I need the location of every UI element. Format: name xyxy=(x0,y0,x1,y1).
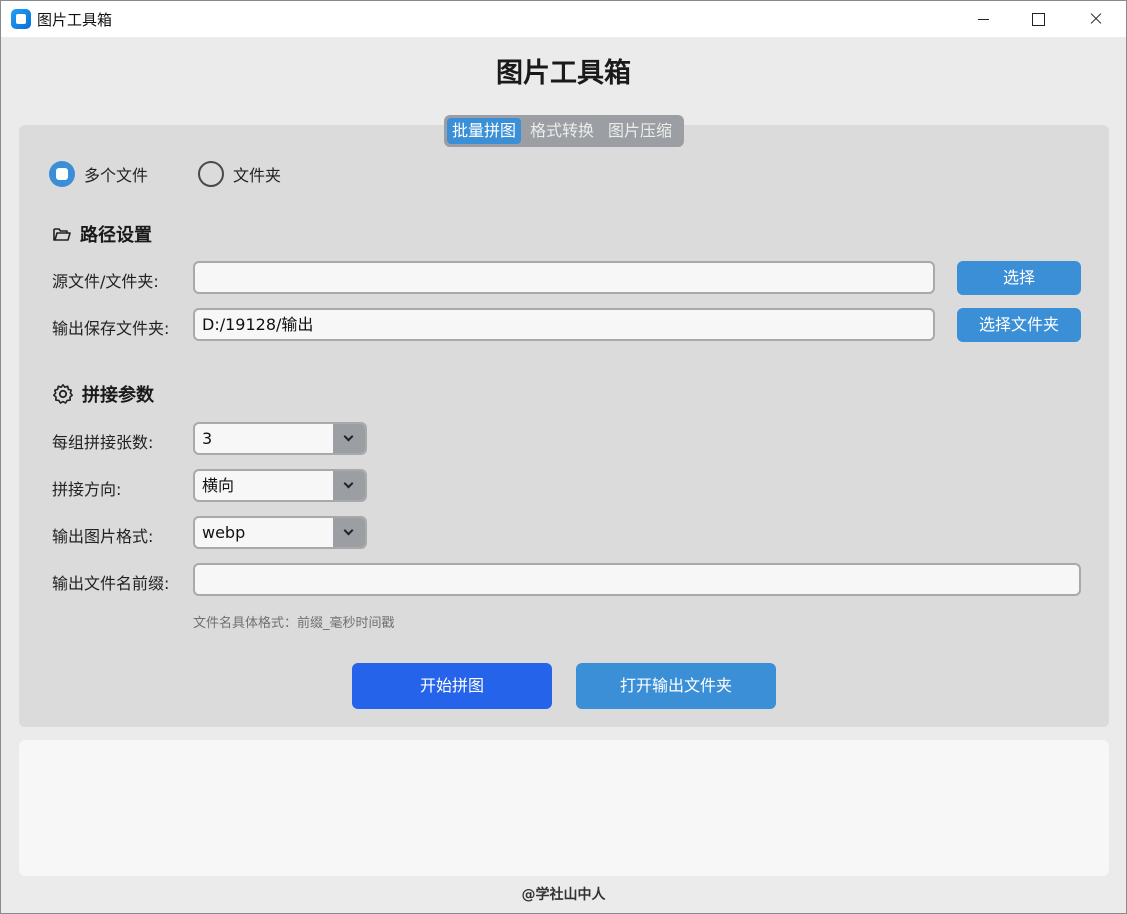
maximize-button[interactable] xyxy=(1009,1,1067,37)
app-icon xyxy=(11,9,31,29)
chevron-down-icon[interactable] xyxy=(333,518,365,547)
chevron-down-icon[interactable] xyxy=(333,424,365,453)
log-textbox[interactable] xyxy=(19,740,1109,876)
section-title-text: 拼接参数 xyxy=(82,385,154,406)
tab-batch-stitch[interactable]: 批量拼图 xyxy=(447,118,522,144)
radio-label: 多个文件 xyxy=(84,166,149,185)
select-output-folder-button[interactable]: 选择文件夹 xyxy=(957,308,1081,342)
output-folder-label: 输出保存文件夹: xyxy=(52,319,170,338)
select-value: 3 xyxy=(202,429,213,448)
tab-image-compress[interactable]: 图片压缩 xyxy=(603,118,677,144)
source-label: 源文件/文件夹: xyxy=(52,272,159,291)
window-title: 图片工具箱 xyxy=(37,11,113,29)
page-title: 图片工具箱 xyxy=(496,58,631,89)
stitch-params-heading: 拼接参数 xyxy=(52,381,154,407)
per-group-label: 每组拼接张数: xyxy=(52,433,154,452)
radio-multiple-files[interactable]: 多个文件 xyxy=(49,161,148,187)
close-button[interactable] xyxy=(1067,1,1125,37)
gear-icon xyxy=(53,384,73,404)
per-group-select[interactable]: 3 xyxy=(193,422,367,455)
prefix-input[interactable] xyxy=(193,563,1081,596)
minimize-button[interactable] xyxy=(955,1,1013,37)
prefix-label: 输出文件名前缀: xyxy=(52,574,170,593)
select-value: 横向 xyxy=(202,476,235,495)
footer-credit: @学社山中人 xyxy=(521,887,606,903)
direction-label: 拼接方向: xyxy=(52,480,122,499)
select-value: webp xyxy=(202,523,246,542)
radio-selected-icon xyxy=(49,161,75,187)
format-select[interactable]: webp xyxy=(193,516,367,549)
direction-select[interactable]: 横向 xyxy=(193,469,367,502)
radio-label: 文件夹 xyxy=(233,166,282,185)
folder-open-icon xyxy=(53,228,71,241)
main-panel xyxy=(19,125,1109,727)
radio-unselected-icon xyxy=(198,161,224,187)
format-label: 输出图片格式: xyxy=(52,527,154,546)
chevron-down-icon[interactable] xyxy=(333,471,365,500)
app-window: 图片工具箱 图片工具箱 批量拼图 格式转换 图片压缩 多个文件 文件夹 路径设置… xyxy=(0,0,1127,914)
start-stitch-button[interactable]: 开始拼图 xyxy=(352,663,552,709)
radio-folder[interactable]: 文件夹 xyxy=(198,161,281,187)
open-output-folder-button[interactable]: 打开输出文件夹 xyxy=(576,663,776,709)
section-title-text: 路径设置 xyxy=(80,225,152,246)
source-path-input[interactable] xyxy=(193,261,935,294)
tab-format-convert[interactable]: 格式转换 xyxy=(525,118,599,144)
path-settings-heading: 路径设置 xyxy=(52,221,152,247)
select-source-button[interactable]: 选择 xyxy=(957,261,1081,295)
tab-bar: 批量拼图 格式转换 图片压缩 xyxy=(444,115,684,147)
filename-format-hint: 文件名具体格式：前缀_毫秒时间戳 xyxy=(193,616,395,631)
output-folder-input[interactable]: D:/19128/输出 xyxy=(193,308,935,341)
title-bar: 图片工具箱 xyxy=(1,1,1126,37)
